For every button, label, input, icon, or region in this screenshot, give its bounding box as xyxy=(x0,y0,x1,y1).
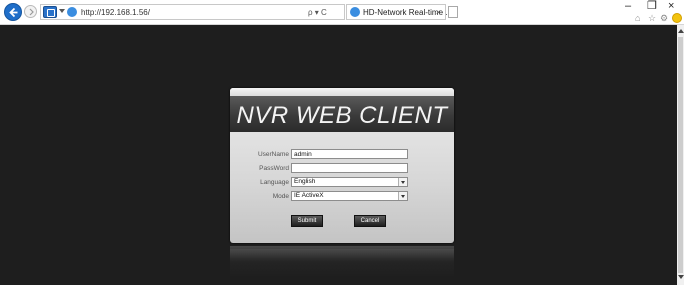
panel-header xyxy=(230,88,454,96)
minimize-button[interactable]: – xyxy=(625,0,631,12)
title-band: NVR WEB CLIENT xyxy=(230,96,454,132)
language-label: Language xyxy=(260,179,289,186)
username-label: UserName xyxy=(257,151,289,158)
language-value: English xyxy=(294,178,316,185)
reflection-band xyxy=(230,249,454,259)
chevron-down-icon[interactable] xyxy=(398,192,407,200)
mode-row: Mode IE ActiveX xyxy=(230,191,454,202)
username-row: UserName xyxy=(230,149,454,160)
panel-reflection xyxy=(230,246,454,278)
cancel-button[interactable]: Cancel xyxy=(354,215,386,227)
address-bar[interactable]: http://192.168.1.56/ ρ ▾ C xyxy=(40,4,345,20)
close-button[interactable]: × xyxy=(668,0,674,12)
scroll-thumb[interactable] xyxy=(678,37,683,273)
scroll-up-icon[interactable] xyxy=(678,29,684,33)
back-button[interactable] xyxy=(4,3,22,21)
tab-hd-network[interactable]: HD-Network Real-time ... × xyxy=(346,4,452,20)
ie-icon xyxy=(67,7,77,17)
forward-button[interactable] xyxy=(24,5,37,18)
page-title: NVR WEB CLIENT xyxy=(236,102,448,129)
mode-select[interactable]: IE ActiveX xyxy=(291,191,408,201)
arrow-right-icon xyxy=(29,8,34,16)
username-field[interactable] xyxy=(291,149,408,159)
submit-button[interactable]: Submit xyxy=(291,215,323,227)
ie-icon xyxy=(350,7,360,17)
mode-value: IE ActiveX xyxy=(294,192,324,199)
gear-icon[interactable]: ⚙ xyxy=(660,13,668,24)
login-panel: NVR WEB CLIENT UserName PassWord Languag… xyxy=(230,88,454,243)
maximize-button[interactable]: ❐ xyxy=(647,0,657,12)
chevron-down-icon[interactable] xyxy=(398,178,407,186)
browser-toolbar: http://192.168.1.56/ ρ ▾ C HD-Network Re… xyxy=(0,0,684,25)
language-row: Language English xyxy=(230,177,454,188)
password-label: PassWord xyxy=(259,165,289,172)
new-tab-button[interactable] xyxy=(448,6,458,18)
arrow-left-icon xyxy=(9,7,18,18)
chevron-down-icon[interactable] xyxy=(59,9,65,13)
language-select[interactable]: English xyxy=(291,177,408,187)
scroll-down-icon[interactable] xyxy=(678,275,684,279)
star-icon[interactable]: ☆ xyxy=(648,13,656,24)
password-row: PassWord xyxy=(230,163,454,174)
home-icon[interactable]: ⌂ xyxy=(635,13,640,24)
tab-close-icon[interactable]: × xyxy=(436,6,441,19)
password-field[interactable] xyxy=(291,163,408,173)
vertical-scrollbar[interactable] xyxy=(677,25,684,285)
compatibility-icon[interactable] xyxy=(43,6,57,18)
search-refresh-icons[interactable]: ρ ▾ C xyxy=(308,6,327,19)
feedback-smiley-icon[interactable] xyxy=(672,13,682,23)
url-text[interactable]: http://192.168.1.56/ xyxy=(81,6,150,19)
mode-label: Mode xyxy=(272,193,289,200)
